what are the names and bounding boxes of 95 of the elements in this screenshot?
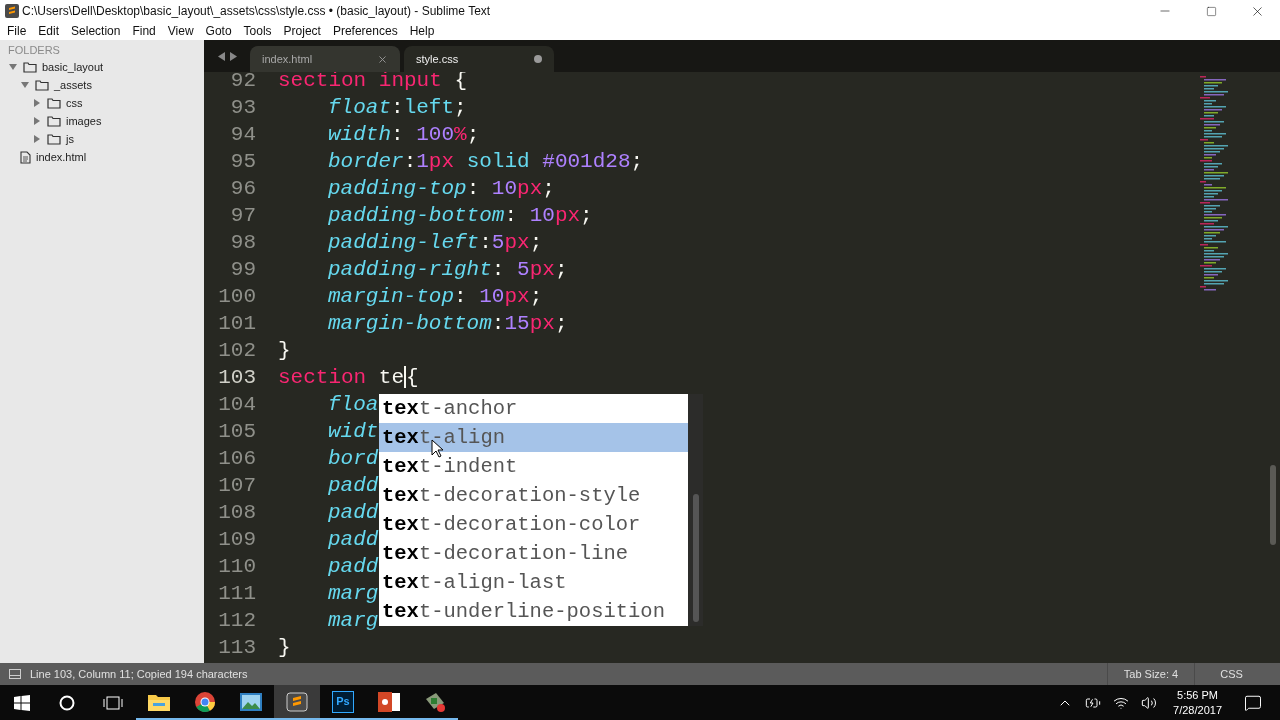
line-number: 107 — [217, 473, 256, 499]
tab-label: index.html — [262, 51, 313, 67]
file-icon — [20, 150, 31, 164]
code-line: padd — [328, 473, 379, 499]
folder-icon — [47, 97, 61, 109]
clock-date: 7/28/2017 — [1173, 702, 1222, 718]
menu-item[interactable]: Find — [126, 22, 162, 40]
menu-item[interactable]: Edit — [32, 22, 66, 40]
sidebar-item[interactable]: css — [0, 94, 204, 112]
code-line: padding-top: 10px; — [328, 176, 555, 202]
menu-item[interactable]: Goto — [199, 22, 238, 40]
sidebar-item[interactable]: images — [0, 112, 204, 130]
line-number: 92 — [229, 72, 256, 94]
line-number: 102 — [217, 338, 256, 364]
code-line: width: 100%; — [328, 122, 480, 148]
code-line: margin-top: 10px; — [328, 284, 543, 310]
notification-icon[interactable] — [1244, 693, 1262, 712]
code-line: padd — [328, 527, 379, 553]
clock[interactable]: 5:56 PM 7/28/2017 — [1169, 687, 1226, 718]
panel-icon[interactable] — [9, 669, 21, 679]
status-message: Line 103, Column 11; Copied 194 characters — [30, 666, 248, 682]
folder-icon — [23, 61, 37, 73]
line-number: 93 — [229, 95, 256, 121]
line-number: 112 — [217, 608, 256, 634]
app-icon — [4, 3, 20, 19]
code-line: floa — [328, 392, 379, 418]
windows-icon — [14, 694, 30, 711]
menu-item[interactable]: File — [1, 22, 33, 40]
code-line: widt — [328, 419, 379, 445]
scrollbar-thumb[interactable] — [1270, 465, 1276, 545]
clock-time: 5:56 PM — [1177, 687, 1218, 703]
folder-icon — [35, 79, 49, 91]
line-number: 110 — [217, 554, 256, 580]
line-number: 105 — [217, 419, 256, 445]
sublime-icon — [285, 690, 309, 713]
code-line: marg — [328, 608, 379, 634]
maximize-icon — [1205, 5, 1217, 17]
menu-item[interactable]: Selection — [65, 22, 127, 40]
completion-item[interactable]: text-align — [379, 423, 688, 452]
editor-tab[interactable]: style.css — [404, 46, 554, 72]
code-line: padd — [328, 500, 379, 526]
sidebar-item[interactable]: index.html — [0, 148, 204, 166]
chrome-icon — [194, 690, 216, 713]
menu-item[interactable]: Help — [403, 22, 441, 40]
line-number: 99 — [229, 257, 256, 283]
line-number: 109 — [217, 527, 256, 553]
tab-label: style.css — [416, 51, 459, 67]
code-line: section te{ — [278, 365, 419, 391]
task-view-icon — [103, 695, 123, 710]
close-icon[interactable] — [377, 53, 388, 65]
code-line: padd — [328, 554, 379, 580]
line-number: 108 — [217, 500, 256, 526]
code-line: marg — [328, 581, 379, 607]
taskbar-app[interactable]: Ps — [320, 685, 366, 720]
code-line: padding-left:5px; — [328, 230, 543, 256]
code-line: float:left; — [328, 95, 467, 121]
folder-icon — [47, 115, 61, 127]
sidebar-item[interactable]: basic_layout — [0, 58, 204, 76]
line-number: 98 — [229, 230, 256, 256]
code-line: bord — [328, 446, 379, 472]
editor-tab[interactable]: index.html — [250, 46, 400, 72]
menu-item[interactable]: View — [161, 22, 200, 40]
line-number: 103 — [217, 365, 256, 391]
folder-icon — [47, 133, 61, 145]
left-arrow-icon[interactable] — [217, 51, 225, 61]
menu-item[interactable]: Preferences — [326, 22, 404, 40]
scrollbar-thumb[interactable] — [692, 494, 699, 622]
menu-item[interactable]: Tools — [237, 22, 278, 40]
line-number: 113 — [217, 635, 256, 661]
code-line: border:1px solid #001d28; — [328, 149, 644, 175]
code-line: margin-bottom:15px; — [328, 311, 568, 337]
sidebar-item[interactable]: js — [0, 130, 204, 148]
line-number: 100 — [217, 284, 256, 310]
line-number: 111 — [217, 581, 256, 607]
code-line: padding-bottom: 10px; — [328, 203, 593, 229]
photoshop-icon: Ps — [332, 690, 354, 713]
presentation-icon — [377, 690, 401, 713]
code-line: padding-right: 5px; — [328, 257, 568, 283]
line-number: 101 — [217, 311, 256, 337]
code-line: } — [278, 338, 291, 364]
line-number: 95 — [229, 149, 256, 175]
code-line: } — [278, 635, 291, 661]
line-number: 97 — [229, 203, 256, 229]
line-number: 106 — [217, 446, 256, 472]
image-icon — [239, 691, 263, 712]
circle-icon — [59, 694, 75, 711]
volume-icon[interactable] — [1141, 694, 1158, 711]
window-title: C:\Users\Dell\Desktop\basic_layout\_assets\css\style.css • (basic_layout) - Sublime Text — [22, 3, 491, 20]
line-number: 96 — [229, 176, 256, 202]
menu-item[interactable]: Project — [277, 22, 327, 40]
sidebar-item[interactable]: _assets — [0, 76, 204, 94]
right-arrow-icon[interactable] — [229, 51, 237, 61]
line-number: 104 — [217, 392, 256, 418]
sidebar-heading: FOLDERS — [7, 43, 61, 58]
line-number: 94 — [229, 122, 256, 148]
